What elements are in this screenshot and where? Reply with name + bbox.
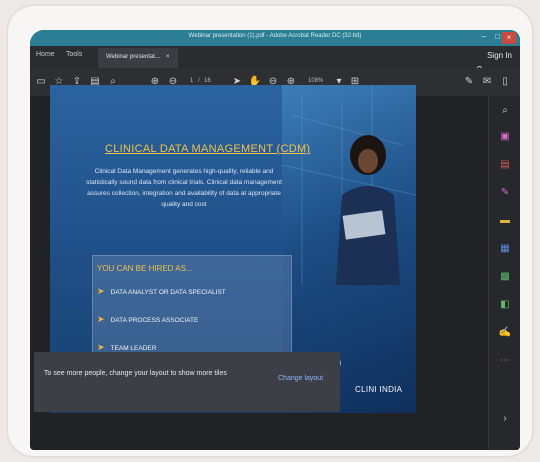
minimize-icon[interactable]: – xyxy=(482,32,486,41)
hire-item: ➤ DATA PROCESS ASSOCIATE xyxy=(97,314,199,324)
slide-title: CLINICAL DATA MANAGEMENT (CDM) xyxy=(105,143,311,155)
comment-tool-icon[interactable]: ▬ xyxy=(498,214,512,228)
tools-sidebar: ⌕ ▣ ▤ ✎ ▬ ▦ ▩ ◧ ✍ ⋯ › xyxy=(488,96,520,450)
sign-in-button[interactable]: Sign In xyxy=(487,51,512,60)
change-layout-button[interactable]: Change layout xyxy=(278,375,323,382)
protect-icon[interactable]: ◧ xyxy=(498,298,512,312)
hire-title: YOU CAN BE HIRED AS... xyxy=(97,264,193,273)
maximize-icon[interactable]: □ xyxy=(495,32,500,41)
more-tools-icon[interactable]: ⋯ xyxy=(498,354,512,368)
layout-toast: To see more people, change your layout t… xyxy=(34,352,340,412)
comment-icon[interactable]: ▯ xyxy=(498,75,512,89)
menu-bar: Home Tools Webinar presentat... × ? Sign… xyxy=(30,46,520,76)
organize-icon[interactable]: ▩ xyxy=(498,270,512,284)
page-total: 16 xyxy=(204,78,211,84)
toast-message: To see more people, change your layout t… xyxy=(44,370,227,377)
hire-item: ➤ DATA ANALYST OR DATA SPECIALIST xyxy=(97,286,226,296)
share-icon[interactable]: ✉ xyxy=(480,75,494,89)
arrow-icon: ➤ xyxy=(97,286,105,296)
create-pdf-icon[interactable]: ▤ xyxy=(498,158,512,172)
title-bar: Webinar presentation (1).pdf - Adobe Acr… xyxy=(30,30,520,46)
menu-tools[interactable]: Tools xyxy=(66,51,82,58)
sign-icon[interactable]: ✎ xyxy=(462,75,476,89)
page-separator: / xyxy=(198,78,200,84)
slide-body: Clinical Data Management generates high-… xyxy=(86,168,282,208)
zoom-icon[interactable]: ⌕ xyxy=(498,104,512,118)
document-tab-label: Webinar presentat... xyxy=(106,54,160,60)
document-tab[interactable]: Webinar presentat... × xyxy=(98,48,178,68)
expand-icon[interactable]: › xyxy=(498,412,512,426)
brand-logo-text: CLINI INDIA xyxy=(355,385,403,394)
page-number[interactable]: 1 xyxy=(190,78,193,84)
menu-home[interactable]: Home xyxy=(36,51,55,58)
arrow-icon: ➤ xyxy=(97,314,105,324)
close-icon[interactable]: × xyxy=(502,32,516,44)
window-title: Webinar presentation (1).pdf - Adobe Acr… xyxy=(188,33,362,39)
edit-pdf-icon[interactable]: ✎ xyxy=(498,186,512,200)
fill-sign-icon[interactable]: ✍ xyxy=(498,326,512,340)
export-pdf-icon[interactable]: ▣ xyxy=(498,130,512,144)
hire-box: YOU CAN BE HIRED AS... ➤ DATA ANALYST OR … xyxy=(92,255,292,367)
arrow-icon: ➤ xyxy=(97,342,105,352)
zoom-level[interactable]: 108% xyxy=(308,78,323,84)
tab-close-icon[interactable]: × xyxy=(166,54,170,60)
combine-icon[interactable]: ▦ xyxy=(498,242,512,256)
save-icon[interactable]: ▭ xyxy=(34,75,48,89)
